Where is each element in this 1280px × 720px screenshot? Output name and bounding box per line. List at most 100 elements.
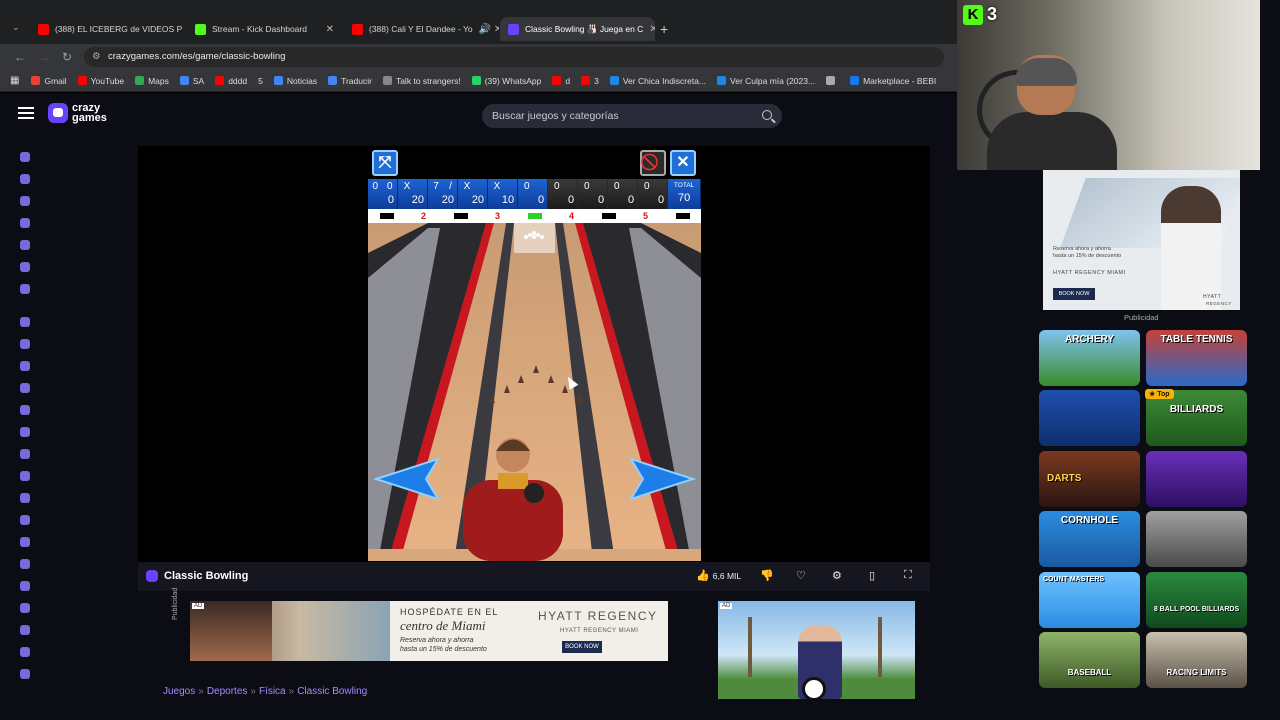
mahjong-icon[interactable] (20, 603, 30, 613)
game-thumb-table-tennis[interactable]: TABLE TENNIS (1146, 330, 1247, 386)
bookmark-5[interactable]: 5 (258, 76, 263, 86)
updated-icon[interactable] (20, 240, 30, 250)
crazygames-logo[interactable]: crazy games (48, 103, 107, 124)
bookmark-sa[interactable]: SA (179, 76, 204, 86)
clicker-icon[interactable] (20, 427, 30, 437)
bookmark-whatsapp[interactable]: (39) WhatsApp (471, 75, 542, 86)
bookmark-unnamed[interactable] (826, 76, 839, 85)
logo-bottom-text: games (72, 112, 107, 124)
cool-icon[interactable] (20, 449, 30, 459)
roll-1: 0 (372, 181, 379, 192)
url-field[interactable]: ⚙ crazygames.com/es/game/classic-bowling (84, 47, 944, 67)
book-now-button[interactable]: BOOK NOW (562, 641, 602, 653)
hyatt-banner-ad[interactable]: AD HOSPÉDATE EN EL centro de Miami Reser… (190, 601, 668, 661)
report-bug-icon[interactable]: ⚙ (832, 569, 842, 582)
browser-tab-4-active[interactable]: Classic Bowling 🎳 Juega en C ✕ (500, 17, 655, 41)
game-thumb-8-ball-pool[interactable]: 8 BALL POOL BILLIARDS (1146, 572, 1247, 628)
bookmark-noticias[interactable]: Noticias (273, 76, 317, 86)
close-tab-icon[interactable]: ✕ (320, 24, 334, 35)
roll-2: 0 (386, 181, 393, 192)
basketball-icon[interactable] (20, 361, 30, 371)
browser-tab-1[interactable]: (388) EL ICEBERG de VIDEOS P ✕ (30, 17, 185, 41)
beauty-icon[interactable] (20, 383, 30, 393)
thumb-title: COUNT MASTERS (1043, 576, 1105, 583)
forward-arrow-icon[interactable]: → (38, 50, 50, 64)
bookmark-culpa-mia[interactable]: Ver Culpa mía (2023... (717, 76, 815, 86)
reload-icon[interactable]: ↻ (62, 50, 72, 64)
bike-icon[interactable] (20, 405, 30, 415)
close-tab-icon[interactable]: 🔊 ✕ (473, 24, 499, 35)
menu-hamburger-icon[interactable] (18, 107, 34, 121)
back-arrow-icon[interactable]: ← (14, 50, 26, 64)
bookmark-maps[interactable]: Maps (135, 76, 169, 86)
bookmark-label: YouTube (90, 75, 125, 86)
new-tab-button[interactable]: + (660, 21, 668, 37)
driving-icon[interactable] (20, 493, 30, 503)
browser-tab-2[interactable]: Stream - Kick Dashboard ✕ (187, 17, 342, 41)
shooting-icon[interactable] (20, 625, 30, 635)
recent-clock-icon[interactable] (20, 174, 30, 184)
breadcrumb-current[interactable]: Classic Bowling (297, 686, 367, 697)
bookmark-traducir[interactable]: Traducir (328, 76, 372, 86)
multiplayer-icon[interactable] (20, 284, 30, 294)
bookmark-youtube[interactable]: YouTube (77, 75, 125, 86)
breadcrumb-fisica[interactable]: Física (259, 686, 286, 697)
apps-grid-icon[interactable]: ▦ (10, 75, 19, 86)
action-icon[interactable] (20, 317, 30, 327)
breadcrumb-juegos[interactable]: Juegos (163, 686, 195, 697)
bookmark-talk-to-strangers[interactable]: Talk to strangers! (382, 76, 461, 86)
browser-tab-3[interactable]: (388) Cali Y El Dandee - Yo 🔊 ✕ (344, 17, 499, 41)
fullscreen-icon[interactable]: ⛶ (904, 569, 912, 582)
bookmark-3[interactable]: 3 (581, 76, 599, 86)
game-title: Classic Bowling (164, 570, 249, 582)
game-thumb-wordle[interactable] (1146, 451, 1247, 507)
sports-icon[interactable] (20, 647, 30, 657)
horror-icon[interactable] (20, 537, 30, 547)
trending-flame-icon[interactable] (20, 218, 30, 228)
favorite-heart-icon[interactable]: ♡ (796, 569, 806, 582)
book-now-button[interactable]: BOOK NOW (1053, 288, 1095, 300)
adventure-icon[interactable] (20, 339, 30, 349)
game-thumb-racing-limits[interactable]: RACING LIMITS (1146, 632, 1247, 688)
io-icon[interactable] (20, 559, 30, 569)
breadcrumb-deportes[interactable]: Deportes (207, 686, 248, 697)
close-game-icon[interactable]: ✕ (670, 150, 696, 176)
tags-icon[interactable] (20, 669, 30, 679)
hyatt-sidebar-ad[interactable]: Reserva ahora y ahorra hasta un 15% de d… (1043, 170, 1240, 310)
palm-tree (748, 617, 752, 677)
game-thumb-count-masters[interactable]: COUNT MASTERS (1039, 572, 1140, 628)
puzzle-icon[interactable] (20, 581, 30, 591)
bookmark-marketplace[interactable]: Marketplace - BEBI (850, 76, 936, 86)
bookmark-chica-indiscreta[interactable]: Ver Chica Indiscreta... (609, 76, 706, 86)
car-icon[interactable] (20, 471, 30, 481)
mute-sound-icon[interactable]: ⃠ (640, 150, 666, 176)
kick-favicon-icon (195, 23, 206, 35)
search-icon[interactable] (762, 110, 772, 120)
game-thumb-pool[interactable] (1039, 390, 1140, 446)
bowling-game-canvas[interactable]: ⤧ ⃠ ✕ 000 X20 7/20 X20 X10 00 00 00 00 0… (368, 148, 701, 561)
game-thumb-cornhole[interactable]: CORNHOLE (1039, 511, 1140, 567)
bookmark-label: (39) WhatsApp (484, 75, 542, 86)
originals-icon[interactable] (20, 262, 30, 272)
bookmark-gmail[interactable]: Gmail (31, 76, 67, 86)
site-settings-icon[interactable]: ⚙ (92, 47, 101, 67)
home-icon[interactable] (20, 152, 30, 162)
close-tab-icon[interactable]: ✕ (182, 24, 185, 35)
bookmark-dddd[interactable]: dddd (215, 76, 247, 86)
fullscreen-game-icon[interactable]: ⤧ (372, 150, 398, 176)
game-thumb-archery[interactable]: ARCHERY (1039, 330, 1140, 386)
game-thumb-moto[interactable] (1146, 511, 1247, 567)
search-input[interactable]: Buscar juegos y categorías (482, 104, 782, 128)
dislike-icon[interactable]: 👎 (760, 569, 774, 582)
close-tab-icon[interactable]: ✕ (643, 24, 655, 35)
game-thumb-baseball[interactable]: BASEBALL (1039, 632, 1140, 688)
new-games-icon[interactable] (20, 196, 30, 206)
crazygames-logo-icon (48, 103, 68, 123)
like-button[interactable]: 👍 6,6 MIL (696, 569, 741, 582)
game-thumb-darts[interactable]: DARTS (1039, 451, 1140, 507)
bookmark-d[interactable]: d (552, 76, 570, 86)
controller-icon[interactable] (20, 515, 30, 525)
soccer-ad[interactable]: AD (718, 601, 915, 699)
theater-mode-icon[interactable]: ▯ (869, 569, 875, 582)
tab-search-chevron-icon[interactable]: ⌄ (12, 22, 20, 33)
